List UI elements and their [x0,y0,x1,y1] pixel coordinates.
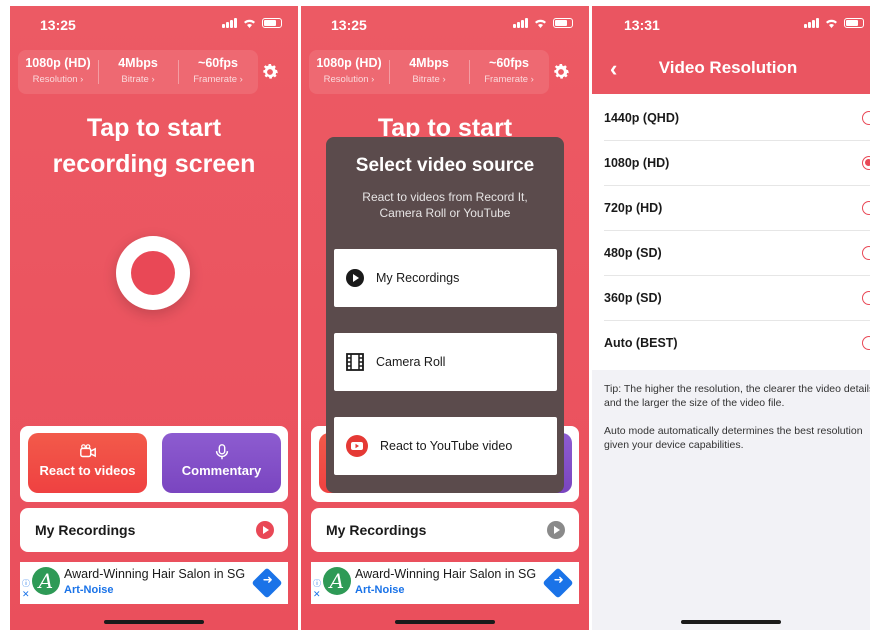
microphone-icon [215,444,228,460]
my-recordings-row[interactable]: My Recordings [20,508,288,552]
ad-info-icon[interactable]: ⓘ [22,578,30,589]
ad-logo: A [32,567,60,595]
react-to-videos-button[interactable]: React to videos [28,433,147,493]
ad-brand: Art-Noise [64,584,114,596]
ad-logo: A [323,567,351,595]
ad-brand: Art-Noise [355,584,405,596]
resolution-option-360p[interactable]: 360p (SD) [604,276,870,321]
battery-icon [844,18,864,28]
source-option-camera-roll[interactable]: Camera Roll [334,333,557,391]
record-settings-bar: 1080p (HD) Resolution › 4Mbps Bitrate › … [18,50,258,94]
framerate-setting[interactable]: ~60fps Framerate › [469,50,549,94]
radio-button[interactable] [862,336,870,350]
resolution-option-1080p[interactable]: 1080p (HD) [604,141,870,186]
tip-text: Tip: The higher the resolution, the clea… [604,383,870,409]
play-circle-icon [547,521,565,539]
signal-icon [513,18,528,28]
status-bar: 13:25 [301,6,589,40]
wifi-icon [826,19,837,28]
ad-close-icon[interactable]: ✕ [313,589,321,600]
ad-title: Award-Winning Hair Salon in SG [64,567,246,581]
ad-info-icon[interactable]: ⓘ [313,578,321,589]
wifi-icon [244,19,255,28]
source-option-youtube[interactable]: React to YouTube video [334,417,557,475]
youtube-icon [346,435,368,457]
resolution-option-480p[interactable]: 480p (SD) [604,231,870,276]
my-recordings-row[interactable]: My Recordings [311,508,579,552]
wifi-icon [535,19,546,28]
radio-button-selected[interactable] [862,156,870,170]
directions-icon[interactable] [251,567,283,599]
resolution-setting[interactable]: 1080p (HD) Resolution › [309,50,389,94]
select-source-modal: Select video source React to videos from… [326,137,564,493]
status-time: 13:31 [624,17,660,33]
record-headline: Tap to start recording screen [52,114,256,178]
commentary-button[interactable]: Commentary [162,433,281,493]
play-circle-icon [346,269,364,287]
battery-icon [262,18,282,28]
status-bar: 13:31 [592,6,870,46]
ad-banner[interactable]: ⓘ ✕ A Award-Winning Hair Salon in SG Art… [311,562,579,604]
video-source-screen: 13:25 1080p (HD) Resolution › 4Mbps Bitr… [301,6,589,630]
gear-icon[interactable] [260,62,280,82]
record-settings-bar: 1080p (HD) Resolution › 4Mbps Bitrate › … [309,50,549,94]
signal-icon [222,18,237,28]
bitrate-setting[interactable]: 4Mbps Bitrate › [389,50,469,94]
radio-button[interactable] [862,246,870,260]
modal-subtitle: React to videos from Record It, Camera R… [362,190,528,220]
radio-button[interactable] [862,111,870,125]
directions-icon[interactable] [542,567,574,599]
status-time: 13:25 [40,17,76,33]
home-indicator [395,620,495,624]
gear-icon[interactable] [551,62,571,82]
record-button[interactable] [116,236,190,310]
resolution-setting[interactable]: 1080p (HD) Resolution › [18,50,98,94]
action-panel: React to videos Commentary [20,426,288,502]
film-icon [346,353,364,371]
tips-section: Tip: The higher the resolution, the clea… [592,370,870,630]
resolution-option-auto[interactable]: Auto (BEST) [604,321,870,366]
ad-close-icon[interactable]: ✕ [22,589,30,600]
radio-button[interactable] [862,201,870,215]
ad-title: Award-Winning Hair Salon in SG [355,567,537,581]
page-title: Video Resolution [658,58,798,77]
ad-banner[interactable]: ⓘ ✕ A Award-Winning Hair Salon in SG Art… [20,562,288,604]
record-home-screen: 13:25 1080p (HD) Resolution › 4Mbps Bitr… [10,6,298,630]
resolution-option-720p[interactable]: 720p (HD) [604,186,870,231]
status-time: 13:25 [331,17,367,33]
battery-icon [553,18,573,28]
home-indicator [681,620,781,624]
video-camera-icon [79,444,96,458]
radio-button[interactable] [862,291,870,305]
nav-header: ‹ Video Resolution [592,42,870,94]
signal-icon [804,18,819,28]
home-indicator [104,620,204,624]
status-bar: 13:25 [10,6,298,40]
video-resolution-screen: 13:31 ‹ Video Resolution 1440p (QHD) 108… [592,6,870,630]
source-option-my-recordings[interactable]: My Recordings [334,249,557,307]
framerate-setting[interactable]: ~60fps Framerate › [178,50,258,94]
modal-title: Select video source [355,155,535,176]
play-circle-icon [256,521,274,539]
auto-mode-note: Auto mode automatically determines the b… [604,425,863,451]
resolution-option-1440p[interactable]: 1440p (QHD) [604,96,870,141]
resolution-list: 1440p (QHD) 1080p (HD) 720p (HD) 480p (S… [592,96,870,366]
bitrate-setting[interactable]: 4Mbps Bitrate › [98,50,178,94]
